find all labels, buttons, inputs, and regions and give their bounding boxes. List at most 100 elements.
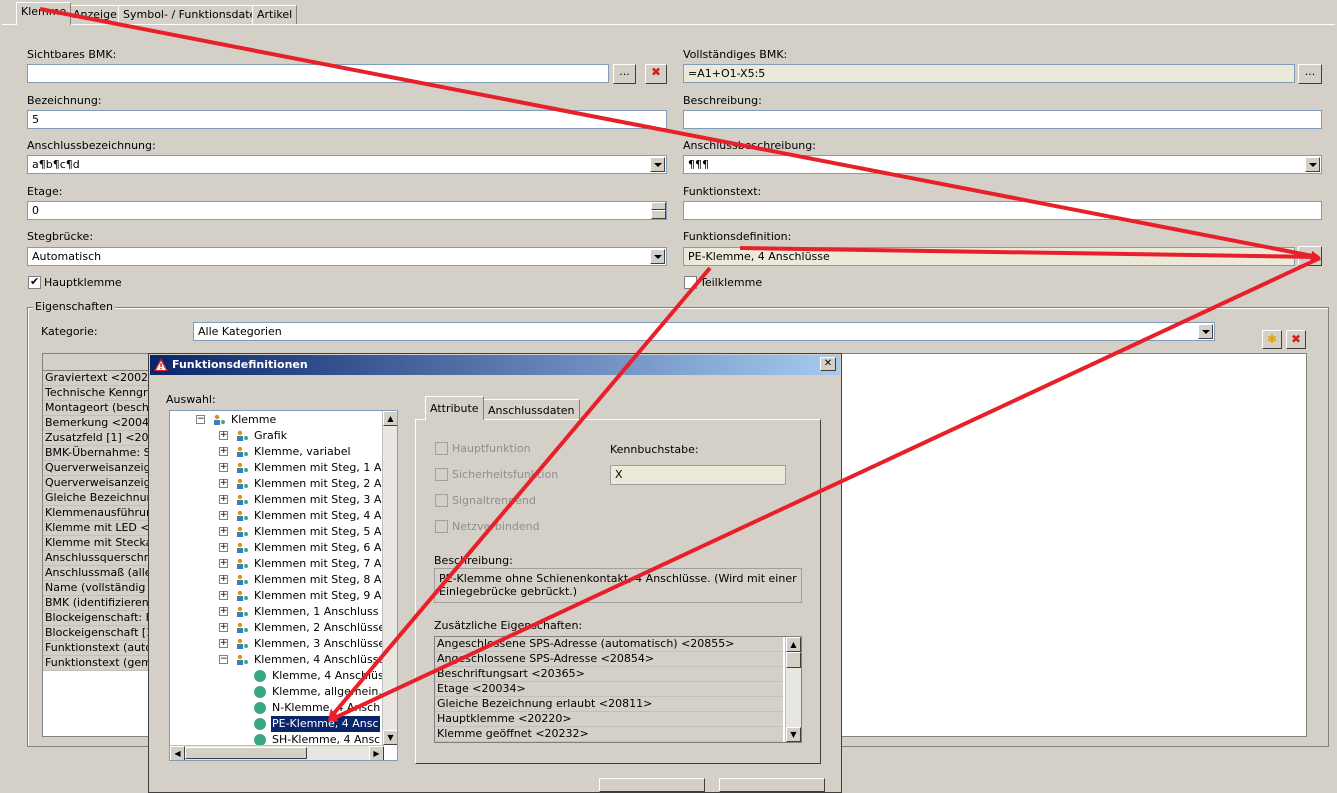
- tree-item[interactable]: Klemme, allgemein,: [271, 684, 383, 700]
- tree-item[interactable]: Klemmen, 4 Anschlüsse: [253, 652, 386, 668]
- expand-icon[interactable]: +: [219, 463, 228, 472]
- bezeichnung-input[interactable]: 5: [27, 110, 667, 129]
- table-row[interactable]: Klemmenausführung: [43, 506, 153, 521]
- expand-icon[interactable]: +: [219, 447, 228, 456]
- anschlussbeschreibung-combo[interactable]: ¶¶¶: [683, 155, 1322, 174]
- expand-icon[interactable]: +: [219, 495, 228, 504]
- table-row[interactable]: Anschlussquerschnitt: [43, 551, 153, 566]
- chevron-down-icon[interactable]: [650, 157, 665, 172]
- tree-item[interactable]: PE-Klemme, 4 Ansc: [271, 716, 380, 732]
- delete-icon[interactable]: ✖: [1286, 330, 1306, 349]
- vollstaendiges-bmk-browse-button[interactable]: ...: [1298, 64, 1322, 84]
- table-row[interactable]: Querverweisanzeige:: [43, 461, 153, 476]
- chevron-down-icon[interactable]: [1305, 157, 1320, 172]
- tree-item[interactable]: Klemmen mit Steg, 5 An: [253, 524, 389, 540]
- scroll-up-icon[interactable]: ▲: [383, 411, 397, 426]
- tree-item[interactable]: Klemmen mit Steg, 4 An: [253, 508, 389, 524]
- zusaetzliche-list[interactable]: Angeschlossene SPS-Adresse (automatisch)…: [434, 636, 802, 743]
- kategorie-combo[interactable]: Alle Kategorien: [193, 322, 1215, 341]
- close-icon[interactable]: ✕: [820, 357, 836, 371]
- stegbruecke-combo[interactable]: Automatisch: [27, 247, 667, 266]
- expand-icon[interactable]: +: [219, 527, 228, 536]
- table-row[interactable]: Gleiche Bezeichnung e: [43, 491, 153, 506]
- tree-item[interactable]: Klemmen, 3 Anschlüsse: [253, 636, 386, 652]
- hscroll-thumb[interactable]: [185, 747, 307, 759]
- tree-item[interactable]: Klemmen, 2 Anschlüsse: [253, 620, 386, 636]
- tree-item[interactable]: Klemme, 4 Anschlüs: [271, 668, 385, 684]
- list-item[interactable]: Etage <20034>: [435, 682, 783, 697]
- list-item[interactable]: Angeschlossene SPS-Adresse (automatisch)…: [435, 637, 783, 652]
- new-icon[interactable]: ✱: [1262, 330, 1282, 349]
- spin-down-icon[interactable]: [651, 210, 666, 219]
- table-row[interactable]: Funktionstext (gemei: [43, 656, 153, 671]
- dialog-checkbox[interactable]: [435, 442, 448, 455]
- dialog-checkbox[interactable]: [435, 468, 448, 481]
- table-row[interactable]: Blockeigenschaft: For: [43, 611, 153, 626]
- tree-item[interactable]: Klemmen mit Steg, 2 An: [253, 476, 389, 492]
- expand-icon[interactable]: +: [219, 639, 228, 648]
- expand-icon[interactable]: +: [219, 559, 228, 568]
- table-row[interactable]: Funktionstext (autom: [43, 641, 153, 656]
- tab-3[interactable]: Artikel: [252, 5, 298, 24]
- scroll-left-icon[interactable]: ◀: [170, 746, 185, 760]
- tree-item[interactable]: Klemmen mit Steg, 8 An: [253, 572, 389, 588]
- table-row[interactable]: Klemme mit Steckadap: [43, 536, 153, 551]
- etage-stepper[interactable]: 0: [27, 201, 667, 220]
- list-item[interactable]: Hauptklemme <20220>: [435, 712, 783, 727]
- funktionsdefinition-browse-button[interactable]: ...: [1298, 246, 1322, 266]
- table-row[interactable]: BMK-Übernahme: Suc: [43, 446, 153, 461]
- tree-item[interactable]: Klemme, variabel: [253, 444, 352, 460]
- tab-1[interactable]: Anzeige: [68, 5, 122, 24]
- tab-attribute[interactable]: Attribute: [425, 396, 484, 420]
- tree-item[interactable]: N-Klemme, 4 Ansch: [271, 700, 381, 716]
- expand-icon[interactable]: +: [219, 543, 228, 552]
- table-row[interactable]: Montageort (beschre: [43, 401, 153, 416]
- tab-0[interactable]: Klemme: [16, 2, 72, 25]
- expand-icon[interactable]: +: [219, 511, 228, 520]
- tree-item[interactable]: Klemmen mit Steg, 3 An: [253, 492, 389, 508]
- tree-item[interactable]: Klemmen mit Steg, 6 An: [253, 540, 389, 556]
- funktionstext-input[interactable]: [683, 201, 1322, 220]
- scroll-thumb[interactable]: [786, 652, 801, 668]
- ok-button[interactable]: [599, 778, 705, 792]
- teilklemme-checkbox[interactable]: [684, 276, 697, 289]
- spin-up-icon[interactable]: [651, 202, 666, 210]
- scroll-up-icon[interactable]: ▲: [786, 637, 801, 652]
- cancel-button[interactable]: [719, 778, 825, 792]
- expand-icon[interactable]: +: [219, 607, 228, 616]
- table-row[interactable]: Technische Kenngröß: [43, 386, 153, 401]
- hauptklemme-checkbox[interactable]: [28, 275, 41, 289]
- tree-item[interactable]: Klemmen, 1 Anschluss: [253, 604, 379, 620]
- table-row[interactable]: Klemme mit LED <202: [43, 521, 153, 536]
- function-tree[interactable]: − Klemme + Grafik + Klemme, variabel + Klemmen …: [169, 410, 398, 761]
- tree-item[interactable]: Klemmen mit Steg, 7 An: [253, 556, 389, 572]
- expand-icon[interactable]: +: [219, 479, 228, 488]
- expand-icon[interactable]: +: [219, 623, 228, 632]
- table-row[interactable]: Anschlussmaß (alle) <: [43, 566, 153, 581]
- table-row[interactable]: Bemerkung <20045>: [43, 416, 153, 431]
- tab-anschlussdaten[interactable]: Anschlussdaten: [483, 399, 580, 420]
- chevron-down-icon[interactable]: [650, 249, 665, 264]
- sichtbares-bmk-input[interactable]: [27, 64, 609, 83]
- collapse-icon[interactable]: −: [219, 655, 228, 664]
- table-row[interactable]: Graviertext <20025>: [43, 371, 153, 386]
- tab-2[interactable]: Symbol- / Funktionsdaten: [118, 5, 269, 24]
- beschreibung-input[interactable]: [683, 110, 1322, 129]
- tree-hscrollbar[interactable]: ◀ ▶: [170, 745, 384, 760]
- list-item[interactable]: Beschriftungsart <20365>: [435, 667, 783, 682]
- dialog-checkbox[interactable]: [435, 520, 448, 533]
- anschlussbezeichnung-combo[interactable]: a¶b¶c¶d: [27, 155, 667, 174]
- table-row[interactable]: BMK (identifizierend,: [43, 596, 153, 611]
- expand-icon[interactable]: +: [219, 591, 228, 600]
- tree-item[interactable]: Klemmen mit Steg, 9 An: [253, 588, 389, 604]
- tree-vscrollbar[interactable]: ▲ ▼: [382, 411, 397, 745]
- tree-item[interactable]: Grafik: [253, 428, 288, 444]
- clear-icon[interactable]: ✖: [645, 64, 667, 84]
- expand-icon[interactable]: +: [219, 575, 228, 584]
- collapse-icon[interactable]: −: [196, 415, 205, 424]
- scroll-down-icon[interactable]: ▼: [786, 727, 801, 742]
- dialog-checkbox[interactable]: [435, 494, 448, 507]
- table-row[interactable]: Zusatzfeld [1] <2090: [43, 431, 153, 446]
- list-item[interactable]: Klemme geöffnet <20232>: [435, 727, 783, 742]
- zus-vscrollbar[interactable]: ▲ ▼: [785, 637, 801, 742]
